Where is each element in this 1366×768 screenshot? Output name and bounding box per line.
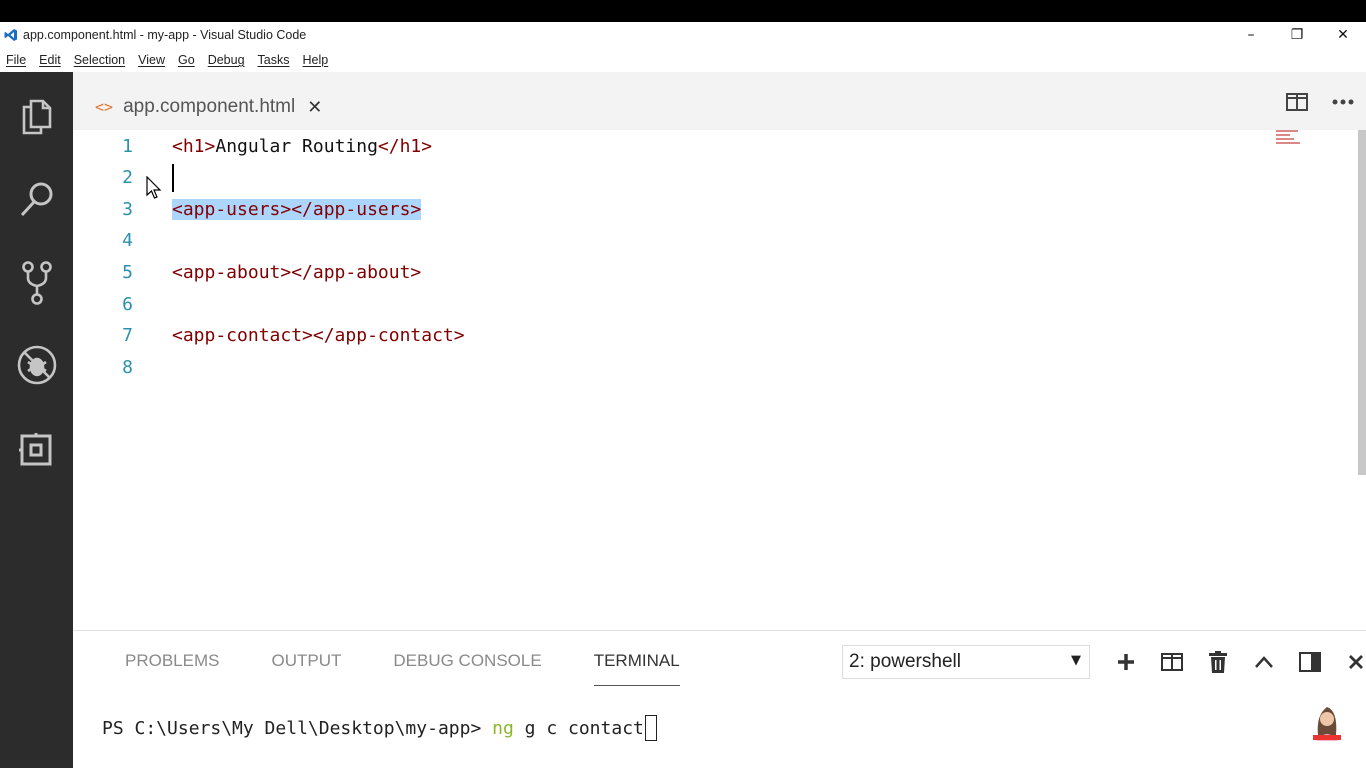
source-control-icon[interactable] bbox=[0, 248, 73, 318]
menu-edit[interactable]: Edit bbox=[39, 53, 61, 67]
code-text: <h1>Angular Routing</h1> bbox=[172, 136, 432, 157]
tab-debug-console[interactable]: DEBUG CONSOLE bbox=[393, 651, 541, 687]
screen-top-bar bbox=[0, 0, 1366, 22]
code-line[interactable]: 4 bbox=[73, 226, 1273, 256]
line-number: 2 bbox=[122, 167, 133, 189]
html-tag: <app-contact></app-contact> bbox=[172, 325, 465, 347]
menu-help[interactable]: Help bbox=[303, 53, 329, 67]
code-text: <app-contact></app-contact> bbox=[172, 325, 465, 346]
line-number: 7 bbox=[122, 325, 133, 347]
terminal-args: g c contact bbox=[513, 717, 644, 739]
window-title: app.component.html - my-app - Visual Stu… bbox=[23, 28, 307, 42]
terminal-select-value: 2: powershell bbox=[849, 651, 961, 672]
subscribe-avatar-icon[interactable] bbox=[1308, 701, 1346, 741]
text-content: Angular Routing bbox=[215, 135, 378, 157]
split-terminal-icon[interactable] bbox=[1149, 647, 1195, 677]
code-line[interactable]: 2 bbox=[73, 163, 1273, 193]
activity-bar bbox=[0, 72, 73, 768]
split-editor-icon[interactable] bbox=[1274, 90, 1320, 114]
line-number: 6 bbox=[122, 293, 133, 315]
text-caret bbox=[172, 163, 174, 192]
menu-file[interactable]: File bbox=[6, 53, 26, 67]
code-line[interactable]: 3 <app-users></app-users> bbox=[73, 194, 1273, 224]
html-tag: <h1> bbox=[172, 135, 216, 157]
vscode-logo-icon bbox=[0, 22, 22, 48]
close-panel-icon[interactable] bbox=[1333, 647, 1366, 677]
html-tag: <app-about></app-about> bbox=[172, 261, 422, 283]
code-line[interactable]: 7 <app-contact></app-contact> bbox=[73, 321, 1273, 351]
code-editor[interactable]: 1 <h1>Angular Routing</h1> 2 3 <app-users></… bbox=[73, 130, 1366, 630]
restore-button[interactable]: ❐ bbox=[1274, 22, 1320, 48]
bottom-panel: PROBLEMS OUTPUT DEBUG CONSOLE TERMINAL 2… bbox=[73, 630, 1366, 768]
maximize-panel-icon[interactable] bbox=[1241, 647, 1287, 677]
line-number: 8 bbox=[122, 356, 133, 378]
tab-label: app.component.html bbox=[123, 96, 296, 117]
minimize-button[interactable]: – bbox=[1228, 22, 1274, 48]
menu-view[interactable]: View bbox=[138, 53, 165, 67]
terminal-cursor bbox=[644, 715, 657, 741]
editor-scrollbar[interactable] bbox=[1358, 130, 1366, 475]
new-terminal-icon[interactable] bbox=[1103, 647, 1149, 677]
line-number: 1 bbox=[122, 135, 133, 157]
editor-tab-bar: <> app.component.html ✕ bbox=[73, 72, 1366, 130]
menu-go[interactable]: Go bbox=[178, 53, 195, 67]
terminal-select[interactable]: 2: powershell ▼ bbox=[842, 645, 1090, 679]
terminal-prompt: PS C:\Users\My Dell\Desktop\my-app> bbox=[102, 717, 493, 739]
html-tag: <app-users></app-users> bbox=[172, 198, 422, 220]
html-file-icon: <> bbox=[95, 98, 114, 116]
code-line[interactable]: 8 bbox=[73, 352, 1273, 382]
kill-terminal-icon[interactable] bbox=[1195, 647, 1241, 677]
menu-tasks[interactable]: Tasks bbox=[258, 53, 290, 67]
tab-problems[interactable]: PROBLEMS bbox=[125, 651, 219, 687]
html-tag: </h1> bbox=[377, 135, 433, 157]
more-actions-icon[interactable] bbox=[1320, 90, 1366, 114]
explorer-icon[interactable] bbox=[0, 80, 73, 150]
close-window-button[interactable]: ✕ bbox=[1320, 22, 1366, 48]
tab-app-component-html[interactable]: <> app.component.html ✕ bbox=[73, 84, 335, 130]
tab-terminal[interactable]: TERMINAL bbox=[593, 651, 680, 687]
line-number: 4 bbox=[122, 230, 133, 252]
minimap[interactable] bbox=[1276, 130, 1306, 148]
dropdown-arrow-icon: ▼ bbox=[1071, 653, 1081, 668]
extensions-icon[interactable] bbox=[0, 414, 73, 484]
line-number: 3 bbox=[122, 198, 133, 220]
line-number: 5 bbox=[122, 261, 133, 283]
title-bar: app.component.html - my-app - Visual Stu… bbox=[0, 22, 1366, 48]
code-line[interactable]: 1 <h1>Angular Routing</h1> bbox=[73, 131, 1273, 161]
toggle-panel-position-icon[interactable] bbox=[1287, 647, 1333, 677]
code-line[interactable]: 6 bbox=[73, 289, 1273, 319]
menu-bar: File Edit Selection View Go Debug Tasks … bbox=[0, 48, 1366, 72]
menu-debug[interactable]: Debug bbox=[208, 53, 245, 67]
debug-icon[interactable] bbox=[0, 330, 73, 400]
tab-output[interactable]: OUTPUT bbox=[271, 651, 341, 687]
code-line[interactable]: 5 <app-about></app-about> bbox=[73, 257, 1273, 287]
code-text: <app-users></app-users> bbox=[172, 198, 422, 220]
search-icon[interactable] bbox=[0, 164, 73, 234]
mouse-pointer-icon bbox=[146, 176, 162, 199]
menu-selection[interactable]: Selection bbox=[74, 53, 125, 67]
terminal-line[interactable]: PS C:\Users\My Dell\Desktop\my-app> ng g… bbox=[102, 715, 657, 741]
terminal-command: ng bbox=[492, 717, 514, 739]
close-tab-icon[interactable]: ✕ bbox=[307, 97, 322, 118]
code-text: <app-about></app-about> bbox=[172, 262, 421, 283]
